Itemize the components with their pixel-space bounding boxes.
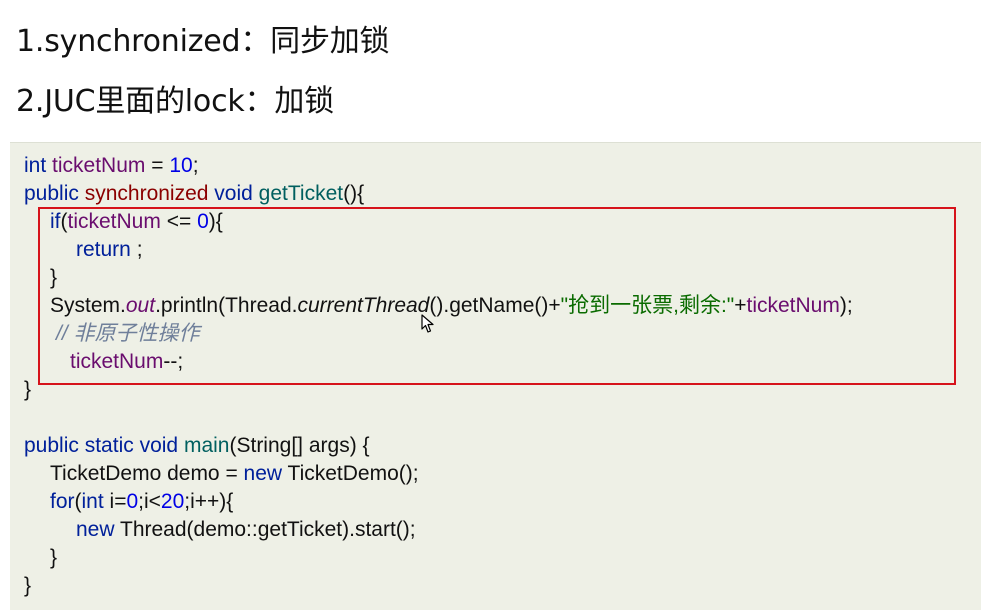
code-line-close-method: } — [24, 376, 31, 404]
code-line-close-for: } — [50, 544, 57, 572]
field-ticketnum: ticketNum — [67, 210, 161, 233]
number-literal: 10 — [169, 154, 193, 177]
method-println: .println(Thread. — [155, 294, 298, 317]
paren-brace: ){ — [208, 210, 223, 233]
method-currentthread: currentThread — [297, 294, 430, 317]
field-ticketnum: ticketNum — [52, 154, 146, 177]
code-line-comment: // 非原子性操作 — [56, 320, 200, 348]
mouse-cursor-icon — [421, 314, 434, 333]
code-line-main-signature: public static void main(String[] args) { — [24, 432, 370, 460]
keyword-void: void — [214, 182, 253, 205]
keyword-int: int — [24, 154, 47, 177]
code-line-println: System.out.println(Thread.currentThread(… — [50, 292, 853, 320]
method-getname: ().getName()+ — [429, 294, 561, 317]
paren-brace: (){ — [343, 182, 365, 205]
keyword-new: new — [76, 518, 115, 541]
code-line-new-demo: TicketDemo demo = new TicketDemo(); — [50, 460, 419, 488]
code-line-new-thread: new Thread(demo::getTicket).start(); — [76, 516, 416, 544]
keyword-return: return — [76, 238, 131, 261]
operator: + — [734, 294, 747, 317]
keyword-new: new — [243, 462, 283, 485]
code-line-method-signature: public synchronized void getTicket(){ — [24, 180, 364, 208]
paren: ( — [74, 490, 82, 513]
loop-condition: ;i< — [138, 490, 161, 513]
operator: <= — [160, 210, 198, 233]
loop-increment: ;i++){ — [184, 490, 234, 513]
semicolon: ; — [192, 154, 199, 177]
keyword-void: void — [139, 434, 179, 457]
field-ticketnum: ticketNum — [746, 294, 840, 317]
paren: ( — [60, 210, 68, 233]
string-literal: "抢到一张票,剩余:" — [560, 294, 735, 317]
semicolon: ; — [130, 238, 143, 261]
keyword-public: public — [24, 182, 79, 205]
brace: } — [24, 378, 32, 401]
field-ticketnum: ticketNum — [70, 350, 164, 373]
operator: = — [145, 154, 170, 177]
loop-var: i= — [103, 490, 127, 513]
params: (String[] args) { — [229, 434, 370, 457]
code-line-field-declaration: int ticketNum = 10; — [24, 152, 199, 180]
brace: } — [50, 266, 58, 289]
code-line-return: return ; — [76, 236, 143, 264]
constructor-call: TicketDemo(); — [282, 462, 419, 485]
field-out: out — [125, 294, 156, 317]
keyword-if: if — [50, 210, 61, 233]
code-line-for: for(int i=0;i<20;i++){ — [50, 488, 233, 516]
heading-synchronized: 1.synchronized：同步加锁 — [16, 24, 390, 59]
keyword-static: static — [84, 434, 134, 457]
brace: } — [50, 546, 58, 569]
declaration: TicketDemo demo = — [50, 462, 244, 485]
number-literal: 0 — [126, 490, 139, 513]
code-line-close-if: } — [50, 264, 57, 292]
heading-juc-lock: 2.JUC里面的lock：加锁 — [16, 84, 334, 119]
operator-decrement: --; — [163, 350, 184, 373]
number-literal: 20 — [160, 490, 185, 513]
keyword-int: int — [81, 490, 104, 513]
brace: } — [24, 574, 32, 597]
keyword-for: for — [50, 490, 75, 513]
thread-start-call: Thread(demo::getTicket).start(); — [114, 518, 416, 541]
keyword-public: public — [24, 434, 79, 457]
comment-non-atomic: // 非原子性操作 — [56, 322, 200, 345]
code-line-decrement: ticketNum--; — [70, 348, 183, 376]
code-line-if: if(ticketNum <= 0){ — [50, 208, 223, 236]
keyword-synchronized: synchronized — [84, 182, 209, 205]
method-getticket: getTicket — [258, 182, 344, 205]
class-system: System. — [50, 294, 126, 317]
method-main: main — [183, 434, 230, 457]
number-literal: 0 — [197, 210, 209, 233]
paren-semicolon: ); — [839, 294, 853, 317]
code-line-close-main: } — [24, 572, 31, 600]
